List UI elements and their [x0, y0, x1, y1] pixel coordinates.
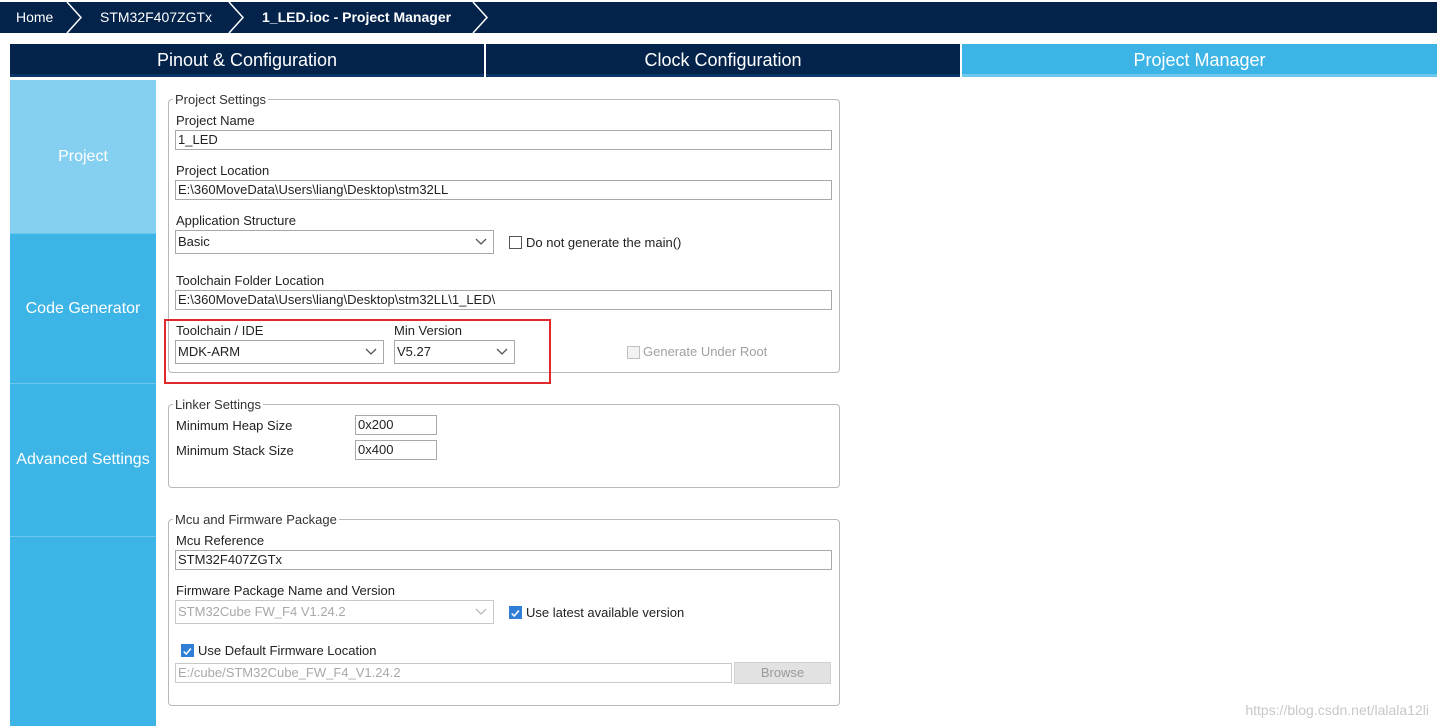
tab-clock-configuration[interactable]: Clock Configuration [486, 44, 960, 77]
use-default-firmware-location-checkbox[interactable] [181, 644, 194, 657]
generate-under-root-checkbox[interactable] [627, 346, 640, 359]
watermark-text: https://blog.csdn.net/lalala12li [1245, 702, 1429, 718]
breadcrumb-current[interactable]: 1_LED.ioc - Project Manager [262, 2, 451, 33]
min-stack-size-input[interactable]: 0x400 [355, 440, 437, 460]
firmware-package-select[interactable]: STM32Cube FW_F4 V1.24.2 [175, 600, 494, 624]
main-tabs: Pinout & Configuration Clock Configurati… [10, 44, 1437, 77]
firmware-package-label: Firmware Package Name and Version [176, 583, 395, 598]
project-name-label: Project Name [176, 113, 255, 128]
chevron-right-icon [66, 2, 83, 33]
toolchain-folder-input[interactable]: E:\360MoveData\Users\liang\Desktop\stm32… [175, 290, 832, 310]
linker-settings-legend: Linker Settings [173, 397, 263, 412]
use-latest-version-checkbox[interactable] [509, 606, 522, 619]
sidebar-item-code-generator[interactable]: Code Generator [10, 234, 156, 383]
project-name-input[interactable]: 1_LED [175, 130, 832, 150]
checkmark-icon [511, 610, 520, 618]
use-default-firmware-location-label: Use Default Firmware Location [198, 643, 377, 658]
breadcrumb-mcu[interactable]: STM32F407ZGTx [100, 2, 212, 33]
chevron-right-icon [472, 2, 489, 33]
chevron-down-icon [475, 608, 487, 615]
min-heap-size-input[interactable]: 0x200 [355, 415, 437, 435]
application-structure-value: Basic [178, 234, 210, 249]
checkmark-icon [183, 648, 192, 656]
sidebar-item-project[interactable]: Project [10, 80, 156, 233]
breadcrumb-home[interactable]: Home [16, 2, 53, 33]
sidebar-divider [10, 536, 156, 537]
tab-project-manager[interactable]: Project Manager [962, 44, 1437, 77]
use-latest-version-label: Use latest available version [526, 605, 685, 620]
sidebar-item-advanced-settings[interactable]: Advanced Settings [10, 384, 156, 536]
red-highlight-box [164, 319, 551, 384]
browse-button[interactable]: Browse [734, 662, 831, 684]
sidebar: Project Code Generator Advanced Settings [10, 80, 156, 726]
toolchain-folder-label: Toolchain Folder Location [176, 273, 325, 288]
application-structure-label: Application Structure [176, 213, 296, 228]
top-bar: Home STM32F407ZGTx 1_LED.ioc - Project M… [0, 0, 1437, 34]
project-location-input[interactable]: E:\360MoveData\Users\liang\Desktop\stm32… [175, 180, 832, 200]
min-heap-size-label: Minimum Heap Size [176, 418, 293, 433]
mcu-reference-label: Mcu Reference [176, 533, 265, 548]
chevron-down-icon [475, 238, 487, 245]
generate-under-root-label: Generate Under Root [643, 344, 768, 359]
breadcrumb: Home STM32F407ZGTx 1_LED.ioc - Project M… [0, 2, 1437, 33]
min-stack-size-label: Minimum Stack Size [176, 443, 294, 458]
application-structure-select[interactable]: Basic [175, 230, 494, 254]
project-location-label: Project Location [176, 163, 270, 178]
tab-pinout-configuration[interactable]: Pinout & Configuration [10, 44, 484, 77]
chevron-right-icon [228, 2, 245, 33]
firmware-package-value: STM32Cube FW_F4 V1.24.2 [178, 604, 346, 619]
mcu-reference-input[interactable]: STM32F407ZGTx [175, 550, 832, 570]
do-not-generate-main-checkbox[interactable] [509, 236, 522, 249]
project-settings-legend: Project Settings [173, 92, 269, 107]
mcu-firmware-package-legend: Mcu and Firmware Package [173, 512, 339, 527]
firmware-location-input[interactable]: E:/cube/STM32Cube_FW_F4_V1.24.2 [175, 663, 732, 683]
do-not-generate-main-label: Do not generate the main() [526, 235, 682, 250]
